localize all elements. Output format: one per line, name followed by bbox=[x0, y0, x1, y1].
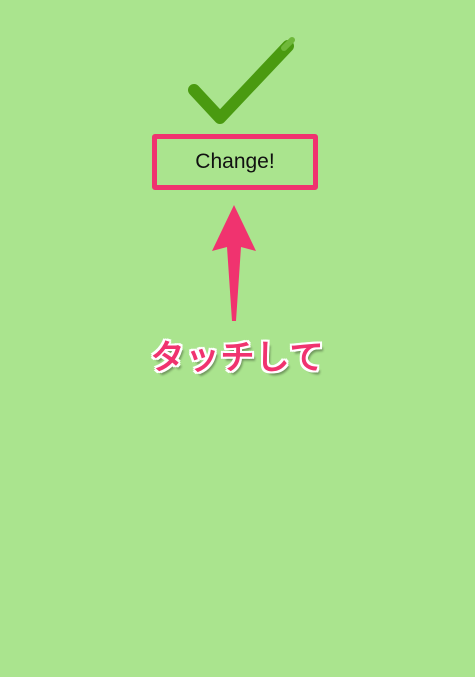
change-button-highlight: Change! bbox=[152, 134, 318, 190]
change-button[interactable]: Change! bbox=[157, 139, 313, 185]
checkmark-icon bbox=[188, 37, 295, 124]
instruction-text: タッチして bbox=[150, 338, 325, 378]
arrow-up-icon bbox=[212, 205, 256, 321]
